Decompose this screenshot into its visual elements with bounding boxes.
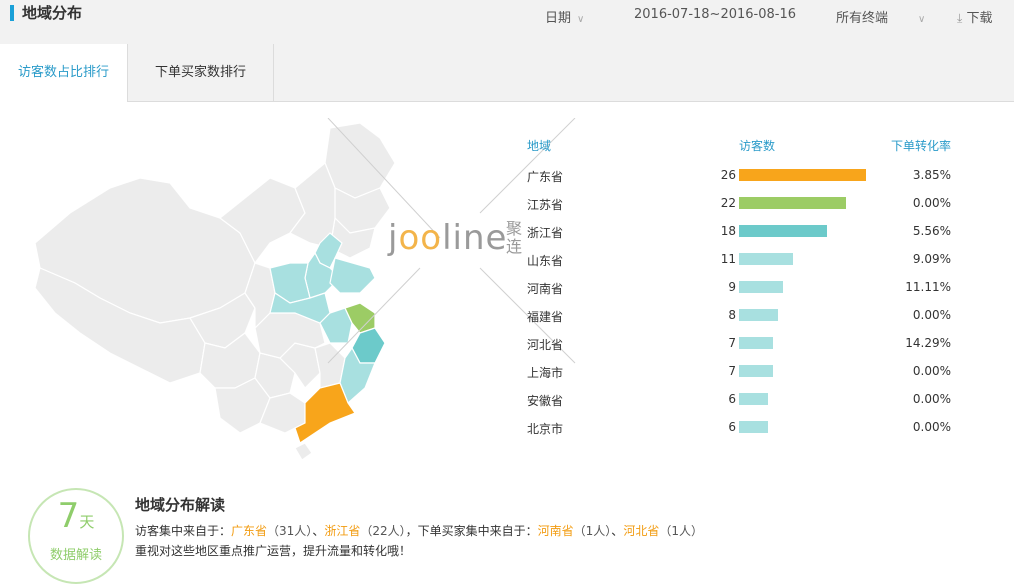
insight-line-1: 访客集中来自于：广东省（31人）、浙江省（22人），下单买家集中来自于：河南省（… [135,524,703,538]
row-region: 山东省 [527,254,564,268]
row-visitors: 7 [728,336,736,350]
row-region: 江苏省 [527,198,564,212]
terminal-label: 所有终端 [836,11,889,26]
row-region: 安徽省 [527,394,564,408]
row-visitor-bar [739,365,773,377]
row-conversion-rate: 0.00% [912,420,951,434]
insight-title: 地域分布解读 [135,496,226,514]
col-header-conversion: 下单转化率 [891,139,952,153]
row-conversion-rate: 9.09% [912,252,951,266]
table-row[interactable]: 上海市 7 0.00% [0,364,1014,384]
row-visitor-bar [739,281,783,293]
insight-line-2: 重视对这些地区重点推广运营，提升流量和转化哦！ [135,544,412,558]
row-visitor-bar [739,225,827,237]
insight-region[interactable]: 广东省 [231,524,267,538]
row-visitor-bar [739,309,778,321]
row-conversion-rate: 0.00% [912,392,951,406]
badge-label: 数据解读 [49,548,102,563]
table-row[interactable]: 河南省 9 11.11% [0,280,1014,300]
tab-bar: 访客数占比排行 下单买家数排行 [0,44,1014,102]
row-conversion-rate: 3.85% [912,168,951,182]
row-visitors: 22 [720,196,736,210]
table-row[interactable]: 福建省 8 0.00% [0,308,1014,328]
date-range[interactable]: 2016-07-18~2016-08-16 [634,7,796,22]
row-region: 河北省 [527,338,564,352]
row-visitor-bar [739,393,768,405]
row-visitors: 8 [728,308,736,322]
table-row[interactable]: 安徽省 6 0.00% [0,392,1014,412]
table-row[interactable]: 浙江省 18 5.56% [0,224,1014,244]
row-conversion-rate: 0.00% [912,308,951,322]
table-row[interactable]: 北京市 6 0.00% [0,420,1014,440]
row-visitor-bar [739,337,773,349]
date-label: 日期 [545,11,572,26]
chevron-down-icon: ∨ [918,14,926,25]
data-insight-badge: 7天 数据解读 [28,488,124,584]
row-region: 上海市 [527,366,564,380]
terminal-dropdown[interactable]: 所有终端 ∨ [836,7,925,26]
row-region: 浙江省 [527,226,564,240]
table-row[interactable]: 广东省 26 3.85% [0,168,1014,188]
date-dropdown[interactable]: 日期 ∨ [545,7,584,26]
row-visitor-bar [739,421,768,433]
table-row[interactable]: 山东省 11 9.09% [0,252,1014,272]
row-conversion-rate: 14.29% [905,336,951,350]
row-visitors: 9 [728,280,736,294]
chevron-down-icon: ∨ [577,14,585,25]
col-header-visitors: 访客数 [739,139,776,153]
row-visitors: 6 [728,420,736,434]
insight-region[interactable]: 浙江省 [324,524,360,538]
tab-visitor-ranking[interactable]: 访客数占比排行 [0,44,128,102]
title-accent-bar [10,5,14,21]
insight-region[interactable]: 河北省 [623,524,659,538]
download-icon: ⤓ [957,11,963,25]
row-visitors: 26 [720,168,736,182]
row-region: 福建省 [527,310,564,324]
row-visitor-bar [739,169,866,181]
row-visitors: 6 [728,392,736,406]
table-row[interactable]: 江苏省 22 0.00% [0,196,1014,216]
row-visitor-bar [739,197,846,209]
badge-days: 7天 [57,496,95,536]
download-label: 下载 [966,11,993,26]
row-conversion-rate: 0.00% [912,364,951,378]
row-visitors: 18 [720,224,736,238]
row-conversion-rate: 5.56% [912,224,951,238]
col-header-region: 地域 [527,139,552,153]
insight-region[interactable]: 河南省 [538,524,574,538]
table-row[interactable]: 河北省 7 14.29% [0,336,1014,356]
row-region: 北京市 [527,422,564,436]
row-visitors: 7 [728,364,736,378]
row-conversion-rate: 0.00% [912,196,951,210]
row-visitors: 11 [720,252,736,266]
download-button[interactable]: ⤓ 下载 [957,7,992,26]
page-title: 地域分布 [22,4,83,22]
tab-buyer-ranking[interactable]: 下单买家数排行 [128,44,274,101]
row-conversion-rate: 11.11% [905,280,951,294]
row-visitor-bar [739,253,793,265]
row-region: 河南省 [527,282,564,296]
map-region-hainan [294,442,313,461]
row-region: 广东省 [527,170,564,184]
page-header: 地域分布 日期 ∨ 2016-07-18~2016-08-16 所有终端 ∨ ⤓ 下… [0,0,1014,45]
